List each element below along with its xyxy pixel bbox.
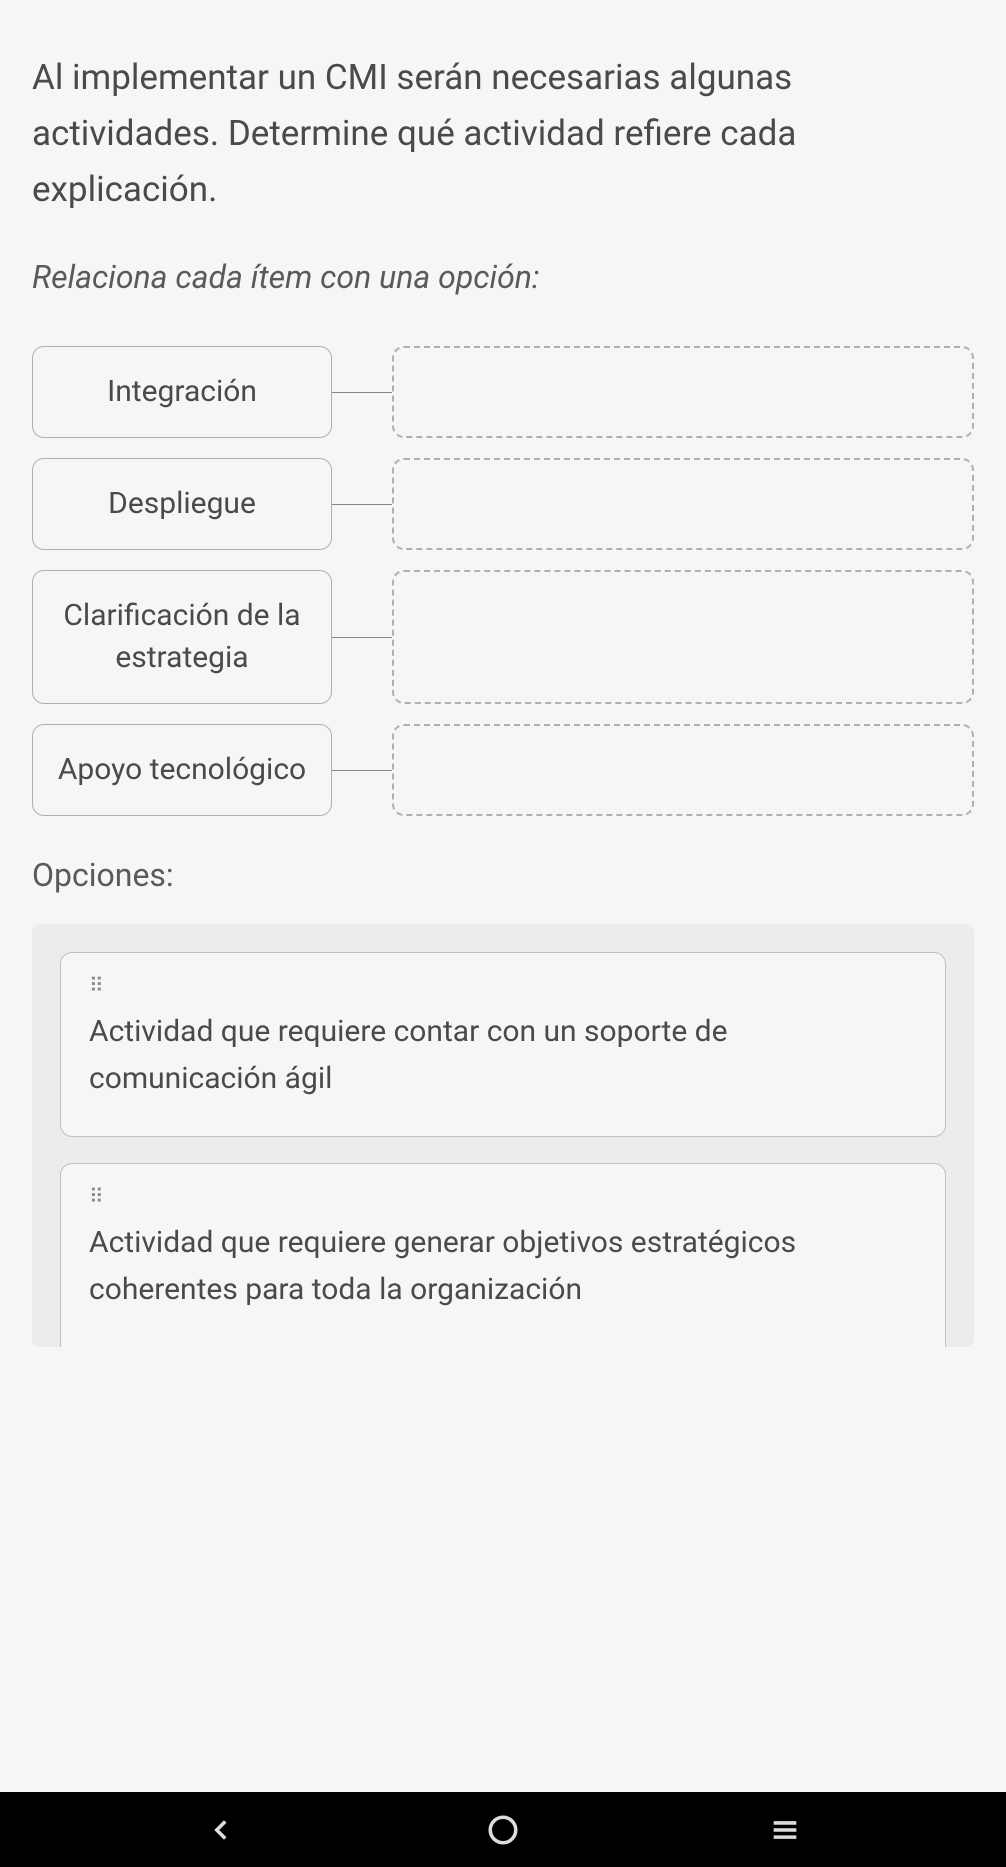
drop-zone[interactable] — [392, 724, 974, 816]
back-button[interactable] — [199, 1808, 243, 1852]
options-label: Opciones: — [32, 856, 974, 894]
item-label: Apoyo tecnológico — [58, 749, 306, 791]
connector-line — [332, 770, 392, 771]
instruction-text: Relaciona cada ítem con una opción: — [32, 258, 974, 296]
item-label: Despliegue — [108, 483, 256, 525]
option-text: Actividad que requiere contar con un sop… — [89, 1009, 917, 1102]
drop-zone[interactable] — [392, 458, 974, 550]
drop-zone[interactable] — [392, 346, 974, 438]
item-box-despliegue[interactable]: Despliegue — [32, 458, 332, 550]
android-nav-bar — [0, 1792, 1006, 1867]
question-text: Al implementar un CMI serán necesarias a… — [32, 50, 974, 218]
options-container: ⠿ Actividad que requiere contar con un s… — [32, 924, 974, 1347]
option-card[interactable]: ⠿ Actividad que requiere generar objetiv… — [60, 1163, 946, 1347]
drag-handle-icon[interactable]: ⠿ — [89, 1190, 917, 1202]
connector-line — [332, 392, 392, 393]
item-label: Clarificación de la estrategia — [49, 595, 315, 679]
recent-apps-button[interactable] — [763, 1808, 807, 1852]
match-row: Clarificación de la estrategia — [32, 570, 974, 704]
drag-handle-icon[interactable]: ⠿ — [89, 979, 917, 991]
home-button[interactable] — [481, 1808, 525, 1852]
item-box-integracion[interactable]: Integración — [32, 346, 332, 438]
connector-line — [332, 637, 392, 638]
option-card[interactable]: ⠿ Actividad que requiere contar con un s… — [60, 952, 946, 1137]
match-row: Despliegue — [32, 458, 974, 550]
item-box-clarificacion[interactable]: Clarificación de la estrategia — [32, 570, 332, 704]
quiz-screen: Al implementar un CMI serán necesarias a… — [0, 0, 1006, 1792]
item-box-apoyo[interactable]: Apoyo tecnológico — [32, 724, 332, 816]
connector-line — [332, 504, 392, 505]
match-row: Integración — [32, 346, 974, 438]
option-text: Actividad que requiere generar objetivos… — [89, 1220, 917, 1313]
drop-zone[interactable] — [392, 570, 974, 704]
item-label: Integración — [107, 371, 257, 413]
match-row: Apoyo tecnológico — [32, 724, 974, 816]
